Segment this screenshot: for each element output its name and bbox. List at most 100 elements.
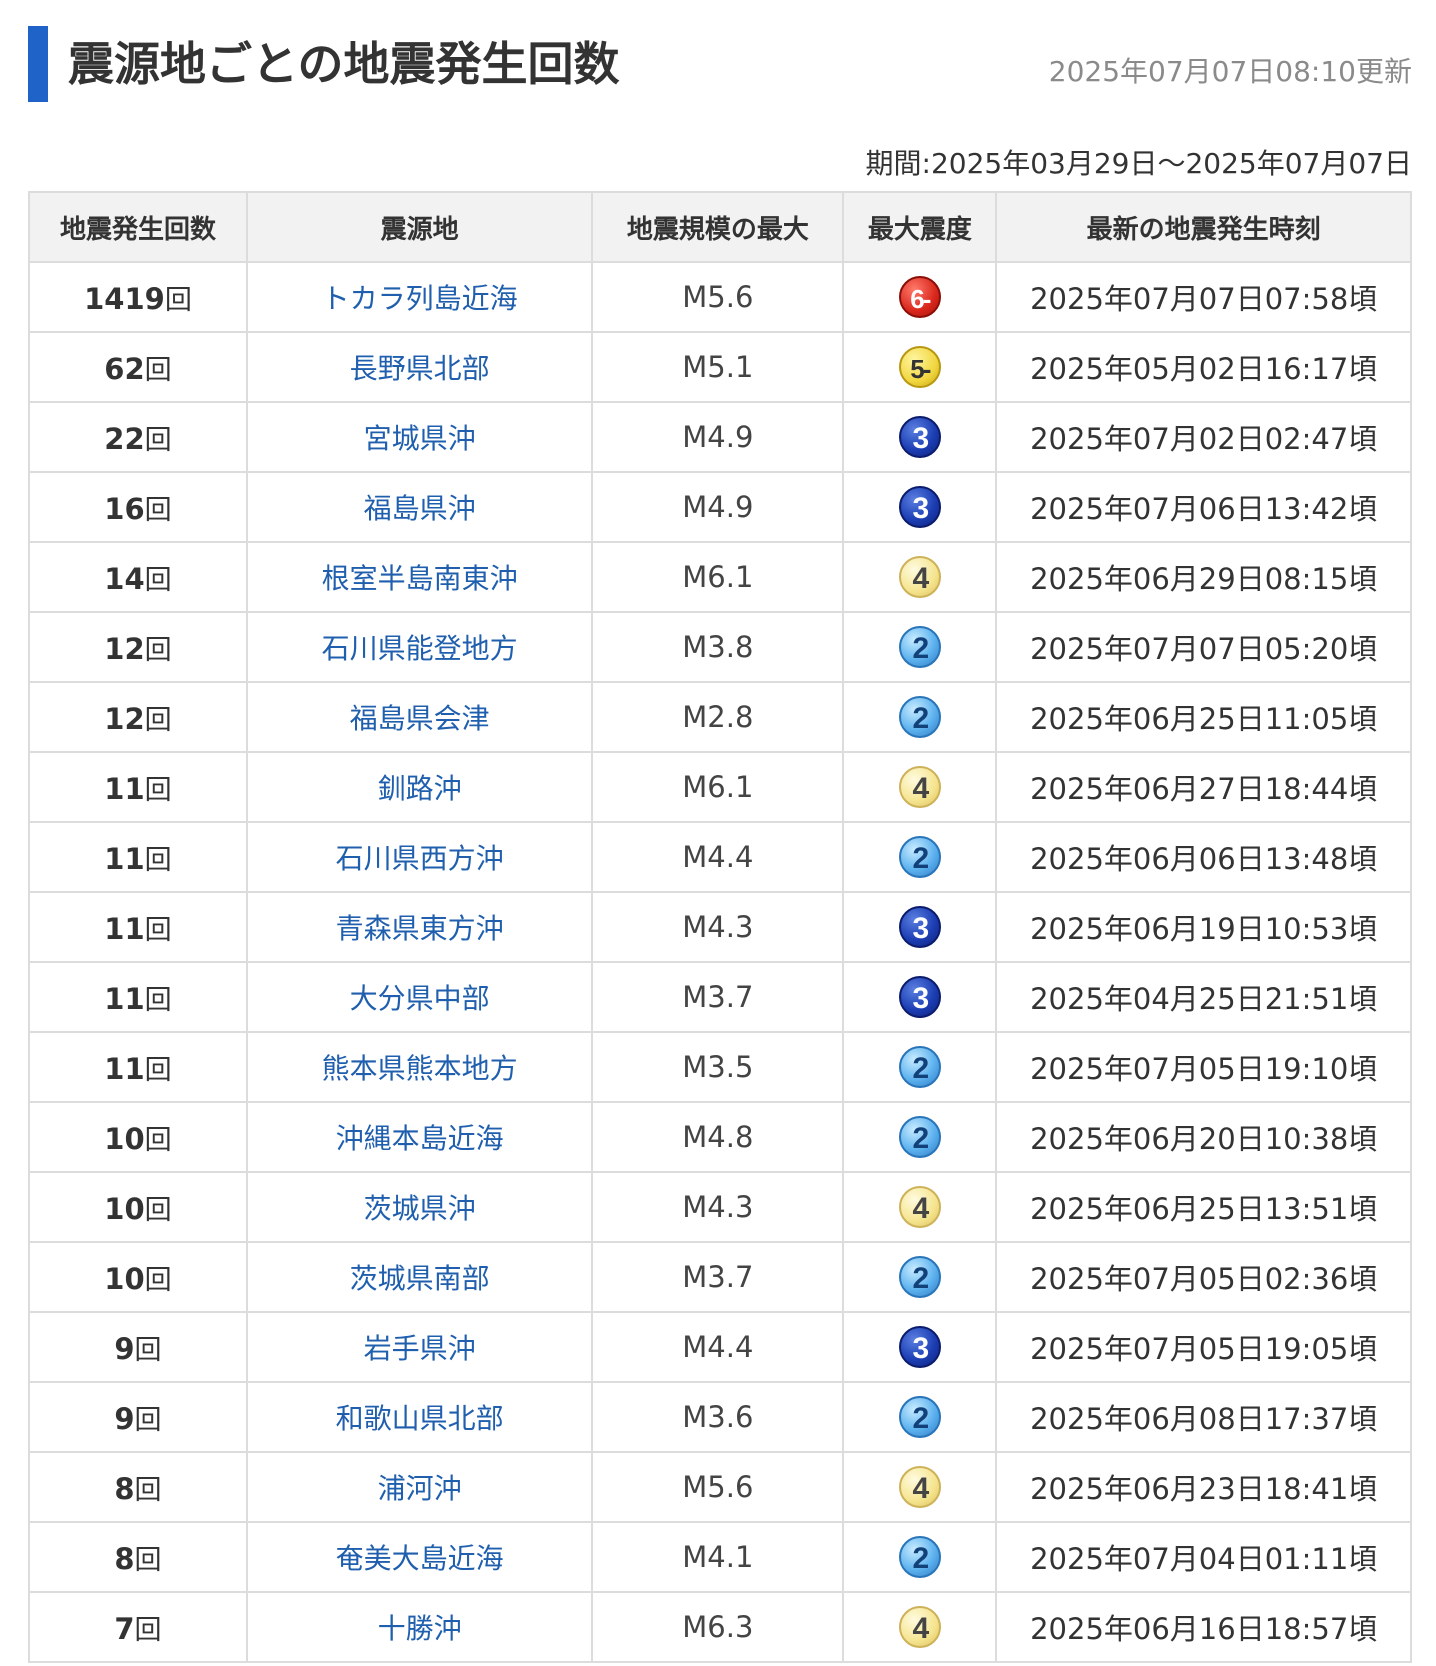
cell-max-intensity: 3 [842, 401, 998, 473]
epicenter-link[interactable]: 熊本県熊本地方 [322, 1052, 518, 1085]
cell-count: 11回 [28, 821, 248, 893]
cell-max-magnitude: M4.9 [591, 401, 845, 473]
cell-epicenter: 浦河沖 [245, 1451, 594, 1523]
cell-count: 22回 [28, 401, 248, 473]
cell-epicenter: 釧路沖 [245, 751, 594, 823]
cell-epicenter: 石川県能登地方 [245, 611, 594, 683]
count-unit: 回 [144, 774, 172, 806]
cell-max-magnitude: M4.3 [591, 1171, 845, 1243]
earthquake-count-table: 地震発生回数 震源地 地震規模の最大 最大震度 最新の地震発生時刻 1419回ト… [28, 191, 1412, 1663]
cell-max-magnitude: M4.3 [591, 891, 845, 963]
epicenter-link[interactable]: 十勝沖 [378, 1612, 462, 1645]
intensity-badge: 2 [898, 1046, 941, 1088]
table-row: 11回 青森県東方沖 M4.3 3 2025年06月19日10:53頃 [28, 891, 1412, 963]
intensity-badge: 5- [898, 346, 941, 388]
table-row: 8回 浦河沖 M5.6 4 2025年06月23日18:41頃 [28, 1451, 1412, 1523]
count-value: 7 [114, 1611, 135, 1646]
epicenter-link[interactable]: 根室半島南東沖 [322, 562, 518, 595]
cell-max-intensity: 3 [842, 961, 998, 1033]
count-unit: 回 [144, 564, 172, 596]
cell-latest-time: 2025年06月20日10:38頃 [995, 1101, 1412, 1173]
cell-max-intensity: 2 [842, 681, 998, 753]
intensity-badge: 3 [898, 416, 941, 458]
cell-max-intensity: 5- [842, 331, 998, 403]
epicenter-link[interactable]: 大分県中部 [350, 982, 490, 1015]
cell-max-intensity: 3 [842, 891, 998, 963]
count-value: 11 [104, 981, 145, 1016]
epicenter-link[interactable]: 福島県会津 [350, 702, 490, 735]
epicenter-link[interactable]: 浦河沖 [378, 1472, 462, 1505]
table-row: 7回 十勝沖 M6.3 4 2025年06月16日18:57頃 [28, 1591, 1412, 1663]
cell-latest-time: 2025年06月23日18:41頃 [995, 1451, 1412, 1523]
cell-max-intensity: 3 [842, 1311, 998, 1383]
cell-count: 10回 [28, 1171, 248, 1243]
epicenter-link[interactable]: 茨城県南部 [350, 1262, 490, 1295]
cell-max-magnitude: M3.5 [591, 1031, 845, 1103]
epicenter-link[interactable]: 石川県能登地方 [322, 632, 518, 665]
epicenter-link[interactable]: 釧路沖 [378, 772, 462, 805]
cell-latest-time: 2025年07月05日19:05頃 [995, 1311, 1412, 1383]
epicenter-link[interactable]: 和歌山県北部 [336, 1402, 504, 1435]
epicenter-link[interactable]: 宮城県沖 [364, 422, 476, 455]
cell-epicenter: 茨城県南部 [245, 1241, 594, 1313]
cell-count: 11回 [28, 891, 248, 963]
intensity-badge: 2 [898, 1536, 941, 1578]
intensity-badge: 3 [898, 906, 941, 948]
cell-max-magnitude: M6.1 [591, 751, 845, 823]
count-unit: 回 [134, 1544, 162, 1576]
count-unit: 回 [144, 1194, 172, 1226]
epicenter-link[interactable]: 青森県東方沖 [336, 912, 504, 945]
epicenter-link[interactable]: トカラ列島近海 [322, 282, 518, 315]
intensity-badge: 3 [898, 1326, 941, 1368]
cell-count: 10回 [28, 1101, 248, 1173]
cell-max-magnitude: M4.1 [591, 1521, 845, 1593]
cell-max-intensity: 2 [842, 821, 998, 893]
cell-max-magnitude: M6.1 [591, 541, 845, 613]
cell-max-intensity: 3 [842, 471, 998, 543]
table-header-row: 地震発生回数 震源地 地震規模の最大 最大震度 最新の地震発生時刻 [28, 191, 1412, 263]
cell-count: 11回 [28, 1031, 248, 1103]
cell-max-magnitude: M4.8 [591, 1101, 845, 1173]
intensity-badge: 2 [898, 1116, 941, 1158]
cell-epicenter: 石川県西方沖 [245, 821, 594, 893]
epicenter-link[interactable]: 岩手県沖 [364, 1332, 476, 1365]
cell-count: 9回 [28, 1381, 248, 1453]
intensity-badge: 4 [898, 1186, 941, 1228]
cell-epicenter: 十勝沖 [245, 1591, 594, 1663]
cell-latest-time: 2025年07月02日02:47頃 [995, 401, 1412, 473]
cell-max-intensity: 2 [842, 1241, 998, 1313]
updated-timestamp: 2025年07月07日08:10更新 [1048, 55, 1412, 88]
epicenter-link[interactable]: 奄美大島近海 [336, 1542, 504, 1575]
count-unit: 回 [144, 984, 172, 1016]
table-row: 62回 長野県北部 M5.1 5- 2025年05月02日16:17頃 [28, 331, 1412, 403]
cell-count: 14回 [28, 541, 248, 613]
cell-max-magnitude: M4.9 [591, 471, 845, 543]
title-accent-bar [28, 26, 48, 102]
epicenter-link[interactable]: 長野県北部 [350, 352, 490, 385]
epicenter-link[interactable]: 福島県沖 [364, 492, 476, 525]
cell-max-magnitude: M4.4 [591, 1311, 845, 1383]
cell-epicenter: 和歌山県北部 [245, 1381, 594, 1453]
cell-max-magnitude: M5.1 [591, 331, 845, 403]
count-unit: 回 [144, 1054, 172, 1086]
col-header-latest-time: 最新の地震発生時刻 [995, 191, 1412, 263]
count-value: 9 [114, 1401, 135, 1436]
cell-latest-time: 2025年06月19日10:53頃 [995, 891, 1412, 963]
count-unit: 回 [134, 1334, 162, 1366]
count-value: 1419 [84, 281, 165, 316]
count-unit: 回 [144, 354, 172, 386]
count-value: 11 [104, 911, 145, 946]
intensity-badge: 4 [898, 1466, 941, 1508]
epicenter-link[interactable]: 茨城県沖 [364, 1192, 476, 1225]
cell-epicenter: 熊本県熊本地方 [245, 1031, 594, 1103]
cell-max-intensity: 4 [842, 1591, 998, 1663]
epicenter-link[interactable]: 沖縄本島近海 [336, 1122, 504, 1155]
count-value: 12 [104, 631, 145, 666]
intensity-badge: 4 [898, 1606, 941, 1648]
count-unit: 回 [134, 1404, 162, 1436]
count-unit: 回 [164, 284, 192, 316]
cell-epicenter: 大分県中部 [245, 961, 594, 1033]
cell-count: 62回 [28, 331, 248, 403]
epicenter-link[interactable]: 石川県西方沖 [336, 842, 504, 875]
cell-max-magnitude: M3.8 [591, 611, 845, 683]
